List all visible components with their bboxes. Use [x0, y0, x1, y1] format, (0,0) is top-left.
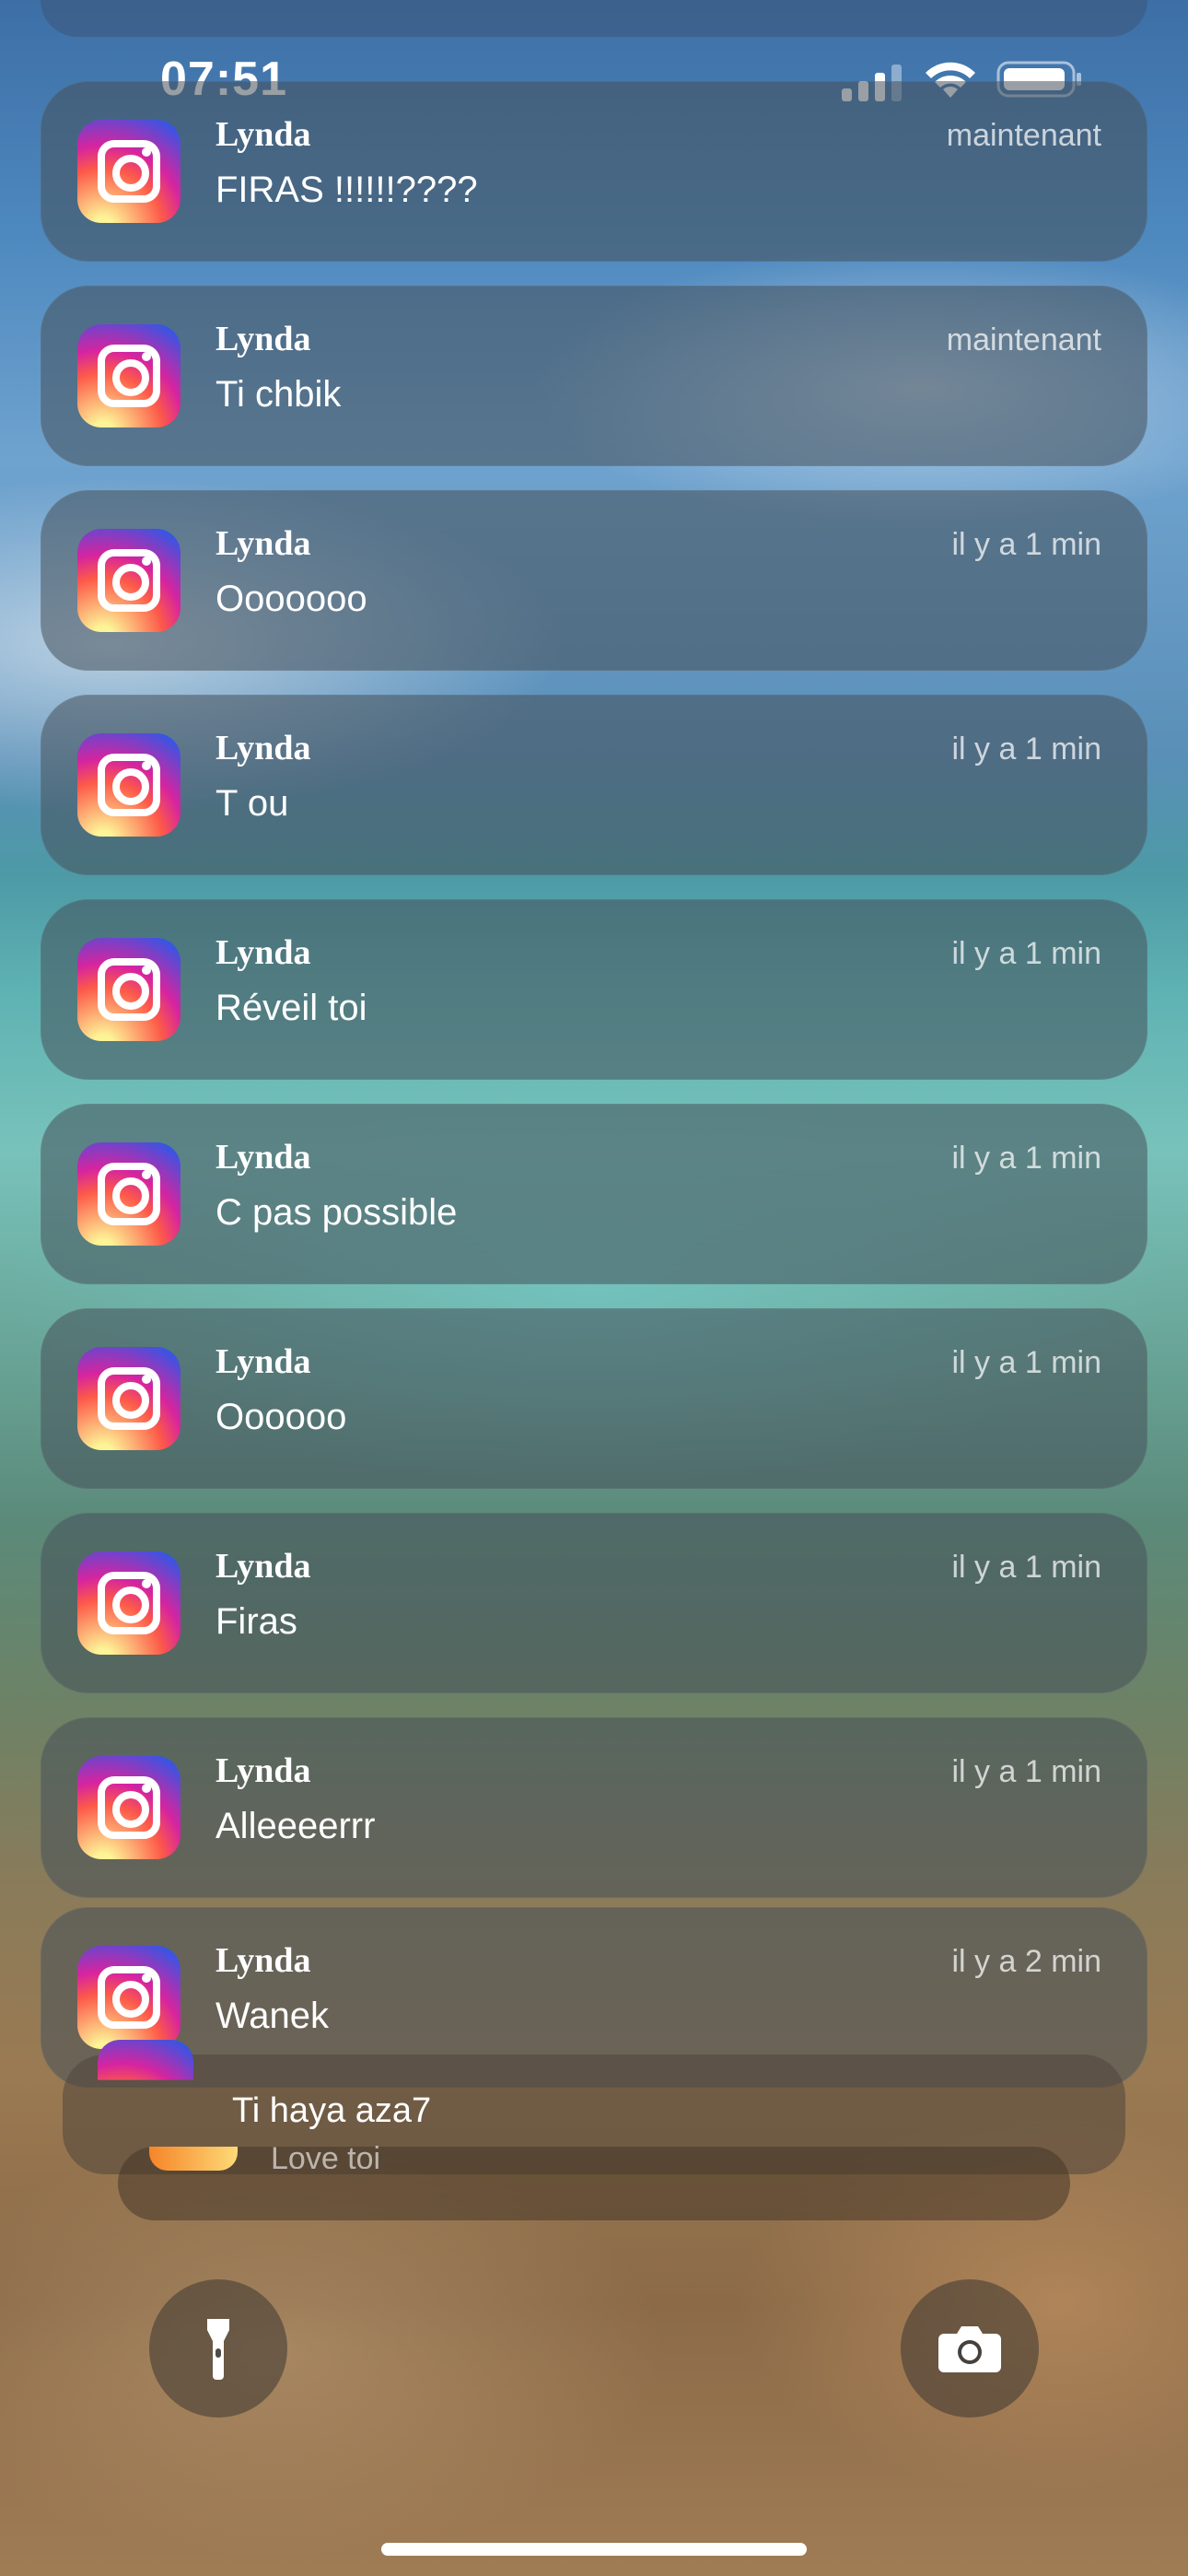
stacked-notification-back[interactable]: Love toi — [118, 2141, 1070, 2220]
notification-message: Alleeeerrr — [215, 1806, 376, 1846]
notification-card[interactable]: Lynda Ooooooo il y a 1 min — [41, 490, 1147, 671]
notification-time: il y a 1 min — [951, 1141, 1102, 1176]
notification-sender: Lynda — [215, 933, 311, 972]
notification-time: il y a 1 min — [951, 1345, 1102, 1380]
notification-message: Réveil toi — [215, 988, 367, 1028]
instagram-icon — [77, 529, 181, 632]
notification-time: il y a 1 min — [951, 1754, 1102, 1789]
notification-time: maintenant — [946, 322, 1101, 357]
notification-sender: Lynda — [215, 1751, 311, 1790]
instagram-icon — [77, 120, 181, 223]
notification-message: T ou — [215, 783, 289, 824]
notification-card[interactable]: Lynda Réveil toi il y a 1 min — [41, 899, 1147, 1080]
camera-icon — [938, 2326, 1001, 2372]
instagram-icon — [77, 324, 181, 427]
flashlight-button[interactable] — [149, 2279, 287, 2418]
stacked-message: Ti haya aza7 — [232, 2091, 432, 2130]
notification-message: FIRAS !!!!!!???? — [215, 170, 478, 210]
notification-sender: Lynda — [215, 320, 311, 358]
notification-message: Ooooooo — [215, 579, 367, 619]
notification-sender: Lynda — [215, 115, 311, 154]
notification-card[interactable]: Lynda C pas possible il y a 1 min — [41, 1104, 1147, 1284]
stacked-message-back: Love toi — [271, 2141, 381, 2169]
notification-card[interactable]: Lynda Oooooo il y a 1 min — [41, 1308, 1147, 1489]
notification-card[interactable]: Lynda Ti chbik maintenant — [41, 286, 1147, 466]
notification-card[interactable]: Lynda T ou il y a 1 min — [41, 695, 1147, 875]
instagram-icon — [77, 1756, 181, 1859]
instagram-icon — [77, 938, 181, 1041]
notification-sender: Lynda — [215, 1138, 311, 1177]
notification-message: C pas possible — [215, 1192, 458, 1233]
notification-time: il y a 1 min — [951, 732, 1102, 767]
instagram-icon — [77, 1946, 181, 2049]
instagram-icon — [77, 1347, 181, 1450]
notification-message: Firas — [215, 1601, 297, 1642]
notification-card[interactable]: Lynda Alleeeerrr il y a 1 min — [41, 1717, 1147, 1898]
instagram-icon — [149, 2147, 238, 2171]
notification-sender: Lynda — [215, 1342, 311, 1381]
notification-time: maintenant — [946, 118, 1101, 153]
instagram-icon — [77, 1142, 181, 1246]
instagram-icon — [77, 733, 181, 837]
notification-sender: Lynda — [215, 729, 311, 767]
notification-time: il y a 1 min — [951, 1550, 1102, 1585]
camera-button[interactable] — [901, 2279, 1039, 2418]
notification-message: Oooooo — [215, 1397, 347, 1437]
flashlight-icon — [207, 2319, 229, 2380]
notification-card[interactable]: Lynda Firas il y a 1 min — [41, 1513, 1147, 1693]
notification-time: il y a 1 min — [951, 527, 1102, 562]
notification-sender: Lynda — [215, 524, 311, 563]
instagram-icon — [98, 2040, 193, 2080]
home-indicator[interactable] — [381, 2543, 807, 2556]
notification-time: il y a 1 min — [951, 936, 1102, 971]
notification-sender: Lynda — [215, 1941, 311, 1980]
notification-card[interactable]: Lynda FIRAS !!!!!!???? maintenant — [41, 81, 1147, 262]
notification-time: il y a 2 min — [951, 1944, 1102, 1979]
notification-message: Ti chbik — [215, 374, 342, 415]
instagram-icon — [77, 1551, 181, 1655]
notification-message: Wanek — [215, 1996, 330, 2036]
notification-sender: Lynda — [215, 1547, 311, 1586]
